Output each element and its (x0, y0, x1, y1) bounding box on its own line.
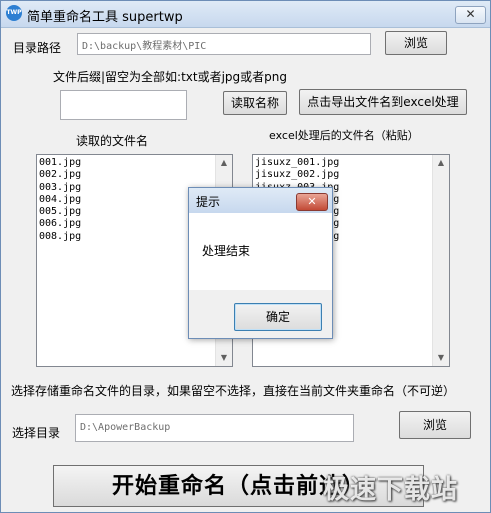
export-excel-button[interactable]: 点击导出文件名到excel处理 (299, 89, 467, 115)
window-title: 简单重命名工具 supertwp (27, 10, 183, 25)
read-filename-items: 001.jpg 002.jpg 003.jpg 004.jpg 005.jpg 006.j… (39, 157, 81, 243)
excel-list-title: excel处理后的文件名（粘贴） (269, 129, 419, 142)
list-item[interactable]: jisuxz_001.jpg (255, 157, 339, 169)
list-item[interactable]: 002.jpg (39, 169, 81, 181)
scroll-down-arrow-icon[interactable]: ▼ (433, 350, 449, 366)
read-list-title: 读取的文件名 (76, 134, 149, 148)
suffix-hint-label: 文件后缀|留空为全部如:txt或者jpg或者png (53, 70, 288, 84)
dialog-title-bar: 提示 ✕ (189, 188, 332, 213)
dir-browse-button[interactable]: 浏览 (385, 31, 447, 55)
title-bar: TWP 简单重命名工具 supertwp ✕ (1, 1, 490, 28)
list-item[interactable]: 001.jpg (39, 157, 81, 169)
scroll-up-arrow-icon[interactable]: ▲ (216, 155, 232, 171)
dialog-message: 处理结束 (202, 244, 251, 258)
read-names-button[interactable]: 读取名称 (223, 91, 287, 115)
list-item[interactable]: 008.jpg (39, 231, 81, 243)
target-browse-button[interactable]: 浏览 (399, 411, 471, 439)
dialog-footer: 确定 (189, 290, 332, 338)
window-close-button[interactable]: ✕ (455, 6, 486, 24)
scroll-up-arrow-icon[interactable]: ▲ (433, 155, 449, 171)
app-logo-icon: TWP (6, 5, 22, 21)
watermark-logo: 极速下载站 (323, 475, 459, 505)
dialog-close-button[interactable]: ✕ (296, 193, 328, 211)
list-item[interactable]: 003.jpg (39, 182, 81, 194)
message-dialog: 提示 ✕ 处理结束 确定 (188, 187, 333, 339)
target-dir-hint: 选择存储重命名文件的目录，如果留空不选择，直接在当前文件夹重命名（不可逆） (11, 384, 456, 398)
target-dir-input[interactable]: D:\ApowerBackup (75, 414, 354, 442)
list-item[interactable]: jisuxz_002.jpg (255, 169, 339, 181)
main-window: TWP 简单重命名工具 supertwp ✕ 目录路径 D:\backup\教程… (0, 0, 491, 513)
list-item[interactable]: 005.jpg (39, 206, 81, 218)
excel-list-scrollbar[interactable]: ▲ ▼ (432, 155, 449, 366)
dialog-body: 处理结束 (189, 214, 332, 290)
dialog-ok-button[interactable]: 确定 (234, 303, 322, 331)
scroll-down-arrow-icon[interactable]: ▼ (216, 350, 232, 366)
list-item[interactable]: 006.jpg (39, 218, 81, 230)
suffix-input[interactable] (60, 90, 187, 120)
dialog-title: 提示 (196, 195, 221, 209)
dir-path-label: 目录路径 (13, 41, 62, 55)
list-item[interactable]: 004.jpg (39, 194, 81, 206)
dir-path-input[interactable]: D:\backup\教程素材\PIC (77, 33, 371, 55)
target-dir-label: 选择目录 (12, 426, 61, 440)
